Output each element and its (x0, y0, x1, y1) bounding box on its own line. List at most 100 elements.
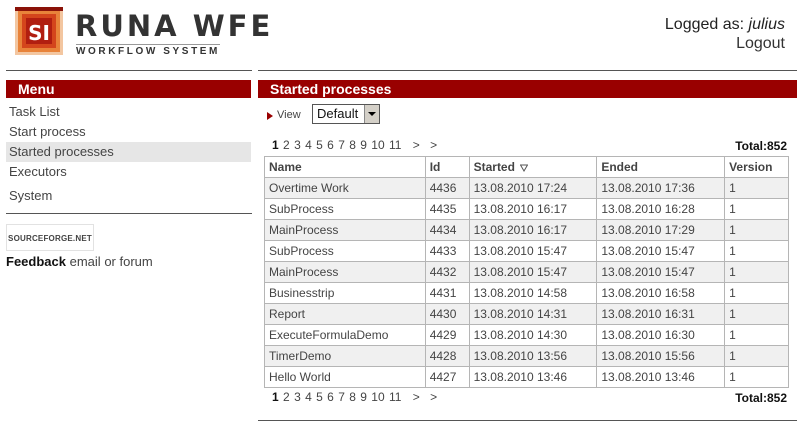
table-row[interactable]: MainProcess 4434 13.08.2010 16:17 13.08.… (264, 219, 789, 241)
cell-ended: 13.08.2010 17:29 (596, 219, 726, 241)
page-link-11[interactable]: 11 (389, 138, 401, 152)
page-link-6[interactable]: 6 (327, 138, 334, 152)
sort-desc-icon (519, 164, 528, 172)
page-link-8[interactable]: 8 (349, 390, 356, 404)
sidebar-item-started-processes[interactable]: Started processes (6, 142, 251, 162)
page-link-5[interactable]: 5 (316, 138, 323, 152)
page-link-8[interactable]: 8 (349, 138, 356, 152)
column-header-version[interactable]: Version (724, 156, 789, 178)
cell-started: 13.08.2010 14:31 (468, 303, 598, 325)
logo-badge-text: SI (28, 21, 50, 45)
table-row[interactable]: Businesstrip 4431 13.08.2010 14:58 13.08… (264, 282, 789, 304)
cell-ended: 13.08.2010 15:56 (596, 345, 726, 367)
column-header-name[interactable]: Name (264, 156, 426, 178)
page-link-9[interactable]: 9 (360, 138, 367, 152)
table-row[interactable]: SubProcess 4433 13.08.2010 15:47 13.08.2… (264, 240, 789, 262)
cell-ended: 13.08.2010 16:58 (596, 282, 726, 304)
sidebar-item-start-process[interactable]: Start process (6, 122, 251, 142)
page-next-link[interactable]: > (413, 138, 420, 152)
sidebar-item-system[interactable]: System (6, 186, 251, 206)
column-header-id[interactable]: Id (424, 156, 470, 178)
page-link-4[interactable]: 4 (305, 138, 312, 152)
logged-as-info: Logged as: julius (665, 16, 785, 34)
feedback-forum-link[interactable]: forum (120, 254, 153, 269)
page-link-3[interactable]: 3 (294, 390, 301, 404)
feedback-line: Feedback email or forum (6, 254, 153, 269)
cell-name[interactable]: TimerDemo (264, 345, 426, 367)
cell-name[interactable]: MainProcess (264, 261, 426, 283)
total-count: Total:852 (735, 391, 787, 405)
cell-started: 13.08.2010 17:24 (468, 177, 598, 199)
page-link-10[interactable]: 10 (371, 138, 384, 152)
divider (258, 420, 797, 421)
column-header-ended[interactable]: Ended (596, 156, 726, 178)
user-name: julius (748, 16, 785, 33)
cell-name[interactable]: MainProcess (264, 219, 426, 241)
page-link-1[interactable]: 1 (272, 138, 279, 152)
page-link-4[interactable]: 4 (305, 390, 312, 404)
page-link-11[interactable]: 11 (389, 390, 401, 404)
cell-started: 13.08.2010 13:46 (468, 366, 598, 388)
page-link-9[interactable]: 9 (360, 390, 367, 404)
processes-table: Name Id Started Ended Version Overtime W… (264, 156, 789, 388)
page-link-6[interactable]: 6 (327, 390, 334, 404)
cell-name[interactable]: SubProcess (264, 198, 426, 220)
runa-logo[interactable]: SI RUNA WFE WORKFLOW SYSTEM (15, 7, 270, 57)
cell-name[interactable]: SubProcess (264, 240, 426, 262)
cell-version: 1 (724, 303, 789, 325)
page-next-link[interactable]: > (413, 390, 420, 404)
column-header-started[interactable]: Started (468, 156, 598, 178)
table-row[interactable]: Overtime Work 4436 13.08.2010 17:24 13.0… (264, 177, 789, 199)
cell-name[interactable]: Hello World (264, 366, 426, 388)
cell-name[interactable]: ExecuteFormulaDemo (264, 324, 426, 346)
cell-name[interactable]: Businesstrip (264, 282, 426, 304)
page-link-7[interactable]: 7 (338, 138, 345, 152)
dropdown-arrow-icon[interactable] (364, 105, 379, 123)
table-row[interactable]: Report 4430 13.08.2010 14:31 13.08.2010 … (264, 303, 789, 325)
page-link-3[interactable]: 3 (294, 138, 301, 152)
page-link-1[interactable]: 1 (272, 390, 279, 404)
table-row[interactable]: Hello World 4427 13.08.2010 13:46 13.08.… (264, 366, 789, 388)
pager-top: 1 2 3 4 5 6 7 8 9 10 11 > > (272, 138, 437, 154)
cell-name[interactable]: Report (264, 303, 426, 325)
header: SI RUNA WFE WORKFLOW SYSTEM Logged as: j… (0, 0, 803, 70)
feedback-email-link[interactable]: email (70, 254, 101, 269)
sidebar-menu: Task List Start process Started processe… (6, 102, 251, 206)
page-last-link[interactable]: > (430, 390, 437, 404)
table-row[interactable]: MainProcess 4432 13.08.2010 15:47 13.08.… (264, 261, 789, 283)
cell-ended: 13.08.2010 15:47 (596, 261, 726, 283)
cell-id: 4428 (424, 345, 470, 367)
cell-id: 4436 (424, 177, 470, 199)
page-link-2[interactable]: 2 (283, 138, 290, 152)
logo-title: RUNA WFE (75, 9, 274, 43)
page-link-7[interactable]: 7 (338, 390, 345, 404)
cell-version: 1 (724, 261, 789, 283)
logout-link[interactable]: Logout (736, 35, 785, 53)
cell-started: 13.08.2010 15:47 (468, 240, 598, 262)
cell-version: 1 (724, 366, 789, 388)
total-count: Total:852 (735, 139, 787, 153)
divider (6, 213, 252, 214)
sidebar-item-task-list[interactable]: Task List (6, 102, 251, 122)
cell-id: 4431 (424, 282, 470, 304)
table-header-row: Name Id Started Ended Version (264, 156, 789, 178)
cell-id: 4435 (424, 198, 470, 220)
cell-started: 13.08.2010 16:17 (468, 219, 598, 241)
cell-id: 4433 (424, 240, 470, 262)
page-last-link[interactable]: > (430, 138, 437, 152)
cell-name[interactable]: Overtime Work (264, 177, 426, 199)
cell-ended: 13.08.2010 15:47 (596, 240, 726, 262)
page-link-2[interactable]: 2 (283, 390, 290, 404)
page-link-10[interactable]: 10 (371, 390, 384, 404)
sidebar-item-executors[interactable]: Executors (6, 162, 251, 182)
view-select[interactable]: Default (312, 104, 380, 124)
page-link-5[interactable]: 5 (316, 390, 323, 404)
sourceforge-badge[interactable]: SOURCEFORGE.NET (6, 224, 94, 251)
cell-id: 4430 (424, 303, 470, 325)
divider (6, 70, 252, 71)
table-row[interactable]: SubProcess 4435 13.08.2010 16:17 13.08.2… (264, 198, 789, 220)
table-row[interactable]: TimerDemo 4428 13.08.2010 13:56 13.08.20… (264, 345, 789, 367)
cell-version: 1 (724, 282, 789, 304)
table-row[interactable]: ExecuteFormulaDemo 4429 13.08.2010 14:30… (264, 324, 789, 346)
cell-ended: 13.08.2010 13:46 (596, 366, 726, 388)
